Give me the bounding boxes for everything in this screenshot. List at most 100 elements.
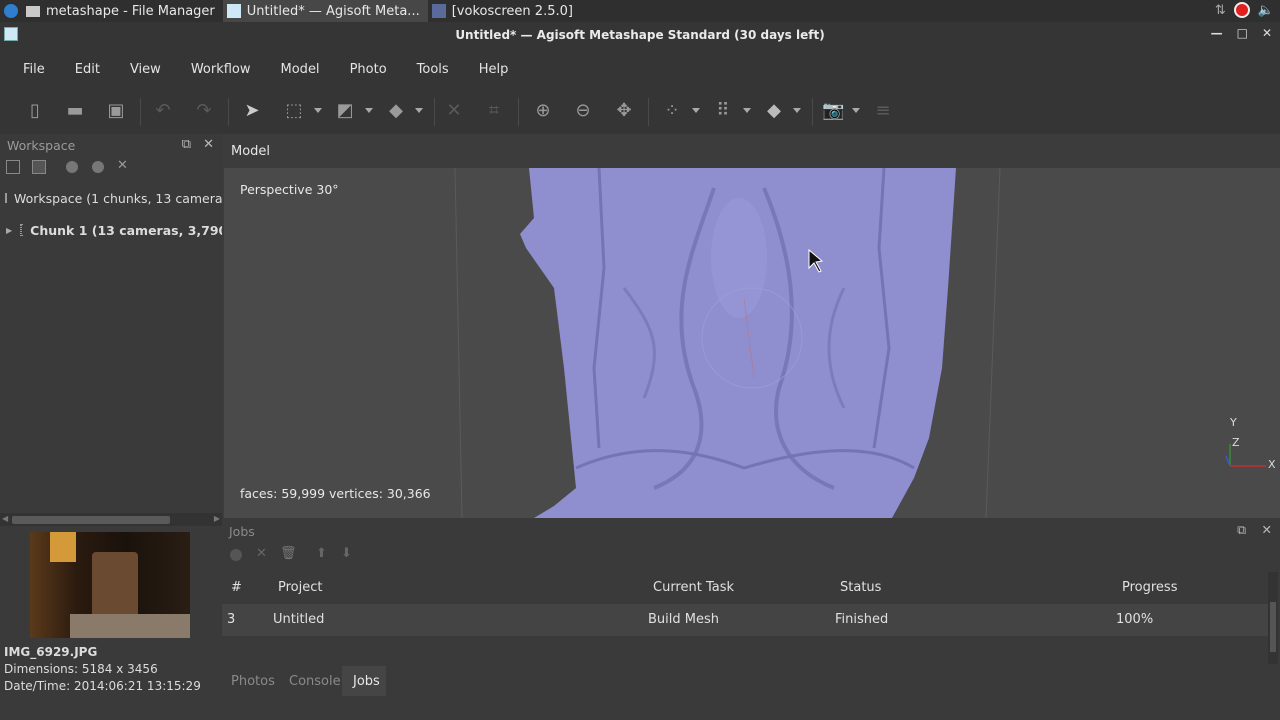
menu-tools[interactable]: Tools [417,62,449,77]
zoom-in-icon[interactable]: ⊕ [532,100,554,122]
float-panel-icon[interactable]: ⧉ [1237,522,1246,538]
enable-icon[interactable] [66,161,78,173]
task-file-manager[interactable]: metashape - File Manager [22,0,223,22]
minimize-icon[interactable]: — [1211,26,1223,40]
menu-edit[interactable]: Edit [75,62,100,77]
task-vokoscreen[interactable]: [vokoscreen 2.5.0] [428,0,581,22]
chevron-down-icon[interactable] [415,108,423,113]
jobs-table: # Project Current Task Status Progress 3… [222,572,1268,636]
chevron-down-icon[interactable] [692,108,700,113]
photo-thumbnail[interactable] [30,532,190,638]
close-panel-icon[interactable]: ✕ [203,137,214,152]
record-icon[interactable] [1233,2,1250,18]
job-status: Finished [835,612,889,627]
zoom-out-icon[interactable]: ⊖ [572,100,594,122]
tab-jobs[interactable]: Jobs [353,674,380,689]
job-number: 3 [227,612,236,627]
jobs-toolbar: ✕ 🗑 ⬆ ⬇ [222,544,1280,570]
model-viewport[interactable]: Perspective 30° faces: 59,999 vertices: … [224,168,1280,518]
horizontal-scrollbar[interactable]: ◀ ▶ [0,513,222,526]
chevron-down-icon[interactable] [793,108,801,113]
taskbar: metashape - File Manager Untitled* — Agi… [0,0,1280,22]
column-header[interactable]: Status [840,580,881,595]
job-task: Build Mesh [648,612,719,627]
job-project: Untitled [273,612,325,627]
jobs-panel: Jobs ⧉ ✕ ✕ 🗑 ⬆ ⬇ # Project Current Task … [222,518,1280,720]
cancel-job-icon[interactable]: ✕ [256,546,267,561]
folder-icon [26,5,40,17]
photo-dimensions: Dimensions: 5184 x 3456 [4,662,158,676]
camera-icon[interactable]: 📷 [822,100,844,122]
move-down-icon[interactable]: ⬇ [341,546,352,561]
menu-model[interactable]: Model [281,62,320,77]
layers-icon[interactable]: ≡ [872,100,894,122]
task-metashape[interactable]: Untitled* — Agisoft Meta... [222,0,428,22]
menu-help[interactable]: Help [479,62,509,77]
chevron-down-icon[interactable] [743,108,751,113]
main-toolbar: ▯ ▬ ▣ ↶ ↷ ➤ ⬚ ◩ ◆ ✕ ⌗ ⊕ ⊖ ✥ ⁘ ⠿ ◆ 📷 ≡ [0,90,1280,134]
add-photos-icon[interactable] [32,160,46,174]
workspace-panel: Workspace ⧉ ✕ ✕ Workspace (1 chunks, 13 … [0,134,222,526]
column-header[interactable]: Current Task [653,580,734,595]
chevron-down-icon[interactable] [314,108,322,113]
undo-icon[interactable]: ↶ [152,100,174,122]
network-icon[interactable]: ⇅ [1215,3,1226,18]
column-header[interactable]: Progress [1122,580,1177,595]
menu-file[interactable]: File [23,62,45,77]
reset-view-icon[interactable]: ✥ [613,100,635,122]
vertical-scrollbar[interactable] [1268,572,1278,664]
column-header[interactable]: # [231,580,242,595]
workspace-toolbar: ✕ [0,156,222,182]
save-icon[interactable]: ▣ [105,100,127,122]
job-progress: 100% [1116,612,1154,627]
menu-view[interactable]: View [130,62,161,77]
open-folder-icon[interactable]: ▬ [64,100,86,122]
navigation-cursor-icon[interactable]: ➤ [241,100,263,122]
trash-icon[interactable]: 🗑 [280,546,297,561]
delete-selection-icon[interactable]: ✕ [443,100,465,122]
crop-selection-icon[interactable]: ⌗ [483,100,505,122]
menu-workflow[interactable]: Workflow [191,62,251,77]
chunk-item[interactable]: ▶ Chunk 1 (13 cameras, 3,790 pc [0,214,222,246]
show-cameras-icon[interactable]: ⁘ [661,100,683,122]
start-job-icon[interactable] [230,549,242,561]
tab-photos[interactable]: Photos [231,674,275,689]
close-icon[interactable]: ✕ [1262,26,1272,40]
task-label: metashape - File Manager [46,3,215,19]
close-panel-icon[interactable]: ✕ [1262,522,1272,537]
move-up-icon[interactable]: ⬆ [316,546,327,561]
rotate-object-icon[interactable]: ◆ [385,100,407,122]
chevron-down-icon[interactable] [365,108,373,113]
chunk-icon [20,224,23,236]
taskbar-start-icon[interactable] [0,0,22,22]
table-row[interactable]: 3 Untitled Build Mesh Finished 100% [222,604,1268,636]
remove-icon[interactable]: ✕ [117,158,128,173]
tab-console[interactable]: Console [289,674,341,689]
tab-model[interactable]: Model [231,144,270,159]
point-cloud-icon[interactable]: ⠿ [712,100,734,122]
window-title: Untitled* — Agisoft Metashape Standard (… [455,28,825,42]
axis-gizmo: Y Z X [1224,416,1276,472]
model-shaded-icon[interactable]: ◆ [763,100,785,122]
menu-photo[interactable]: Photo [350,62,387,77]
metashape-app-icon [226,4,241,18]
column-header[interactable]: Project [278,580,322,595]
workspace-root[interactable]: Workspace (1 chunks, 13 cameras) [0,182,222,214]
disable-icon[interactable] [92,161,104,173]
add-chunk-icon[interactable] [6,160,20,174]
photo-filename: IMG_6929.JPG [4,645,98,659]
maximize-icon[interactable]: □ [1237,26,1248,40]
resize-region-icon[interactable]: ◩ [334,100,356,122]
rectangle-selection-icon[interactable]: ⬚ [283,100,305,122]
chevron-down-icon[interactable] [852,108,860,113]
workspace-icon [5,193,7,203]
volume-icon[interactable]: 🔈 [1258,3,1274,18]
app-icon [4,27,18,41]
projection-label: Perspective 30° [240,182,339,197]
mesh-stats: faces: 59,999 vertices: 30,366 [240,486,431,501]
redo-icon[interactable]: ↷ [193,100,215,122]
new-document-icon[interactable]: ▯ [24,100,46,122]
expand-arrow-icon[interactable]: ▶ [6,226,12,235]
float-panel-icon[interactable]: ⧉ [182,137,191,152]
view-tab-bar: Model [222,134,1280,168]
